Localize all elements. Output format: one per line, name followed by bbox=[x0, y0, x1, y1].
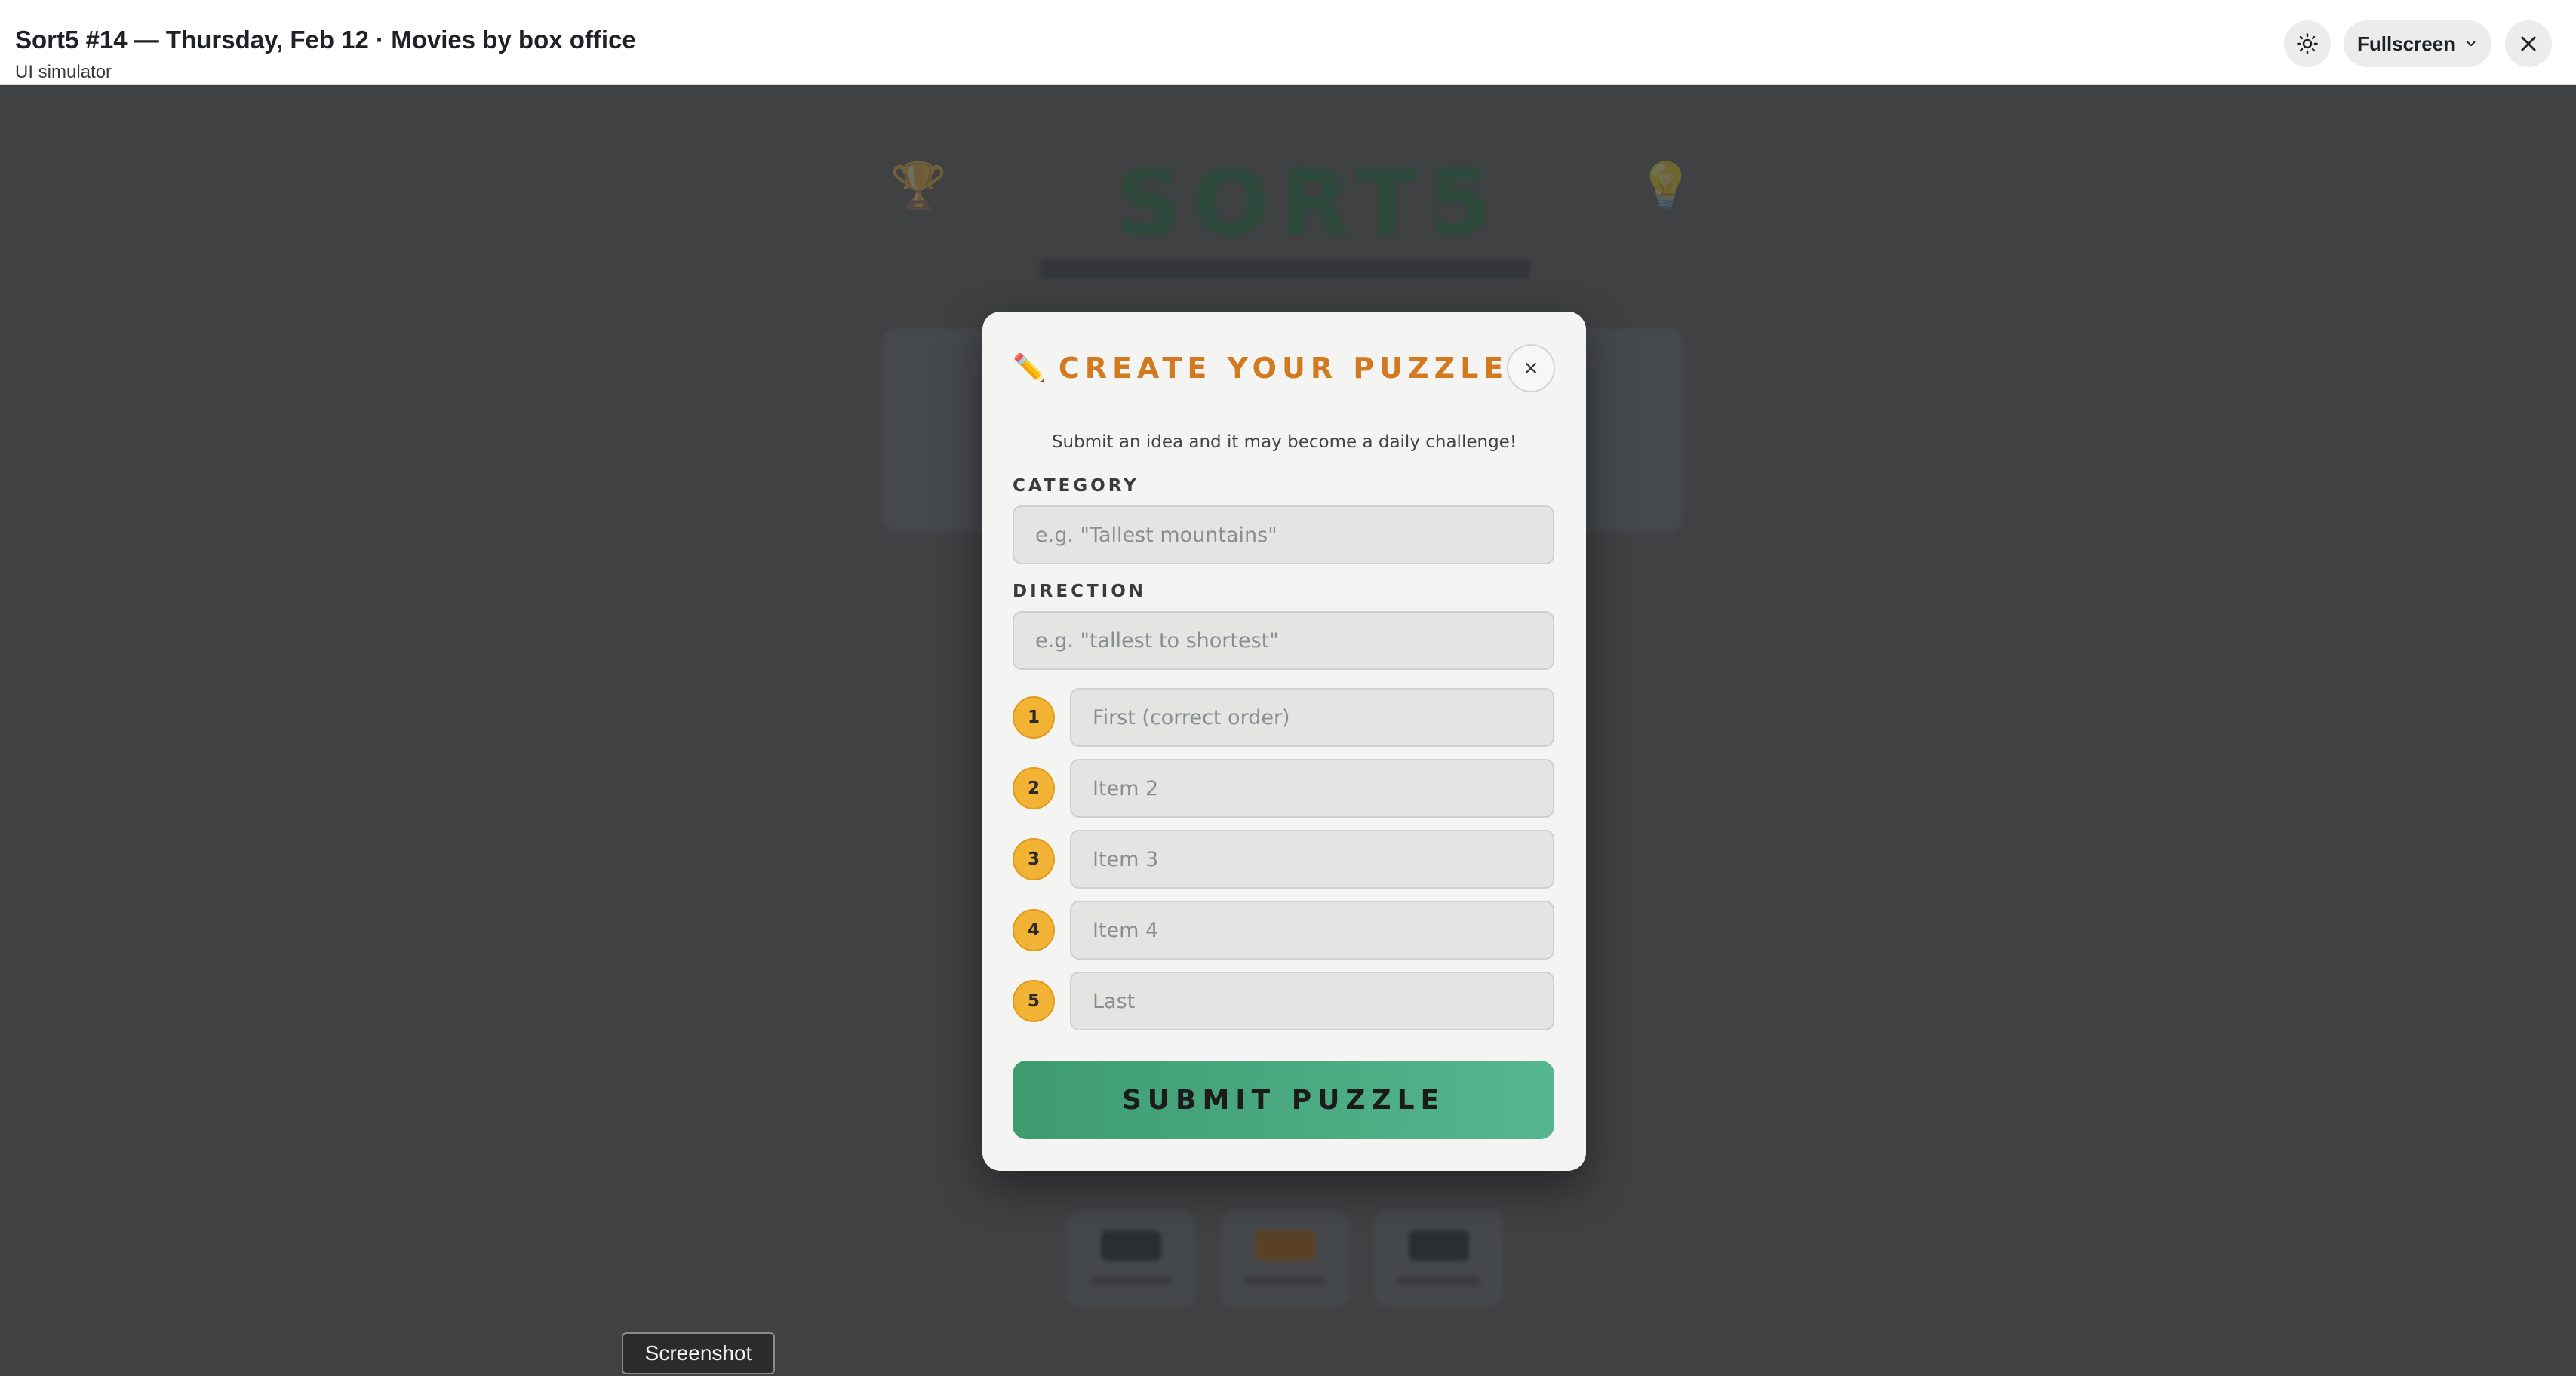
dialog-intro: Submit an idea and it may become a daily… bbox=[1051, 432, 1517, 452]
close-dialog-button[interactable]: × bbox=[1507, 344, 1555, 392]
bulb-icon: 💡 bbox=[1637, 160, 1694, 213]
create-puzzle-dialog: ✏️ CREATE YOUR PUZZLE × Submit an idea a… bbox=[982, 312, 1586, 1171]
item-row: 3 bbox=[1013, 830, 1554, 889]
fullscreen-label: Fullscreen bbox=[2357, 32, 2456, 55]
fullscreen-dropdown[interactable]: Fullscreen bbox=[2344, 20, 2491, 67]
dialog-title-text: CREATE YOUR PUZZLE bbox=[1058, 352, 1509, 385]
item-row: 4 bbox=[1013, 901, 1554, 960]
game-tagline bbox=[1040, 259, 1530, 278]
item-number-badge: 4 bbox=[1013, 909, 1055, 951]
item-row: 2 bbox=[1013, 759, 1554, 818]
close-icon bbox=[2521, 36, 2536, 51]
item-row: 5 bbox=[1013, 972, 1554, 1030]
item-number-badge: 1 bbox=[1013, 696, 1055, 739]
item-input-5[interactable] bbox=[1070, 972, 1554, 1030]
item-input-4[interactable] bbox=[1070, 901, 1554, 960]
page-subtitle: UI simulator bbox=[15, 62, 112, 82]
category-input[interactable] bbox=[1013, 505, 1554, 564]
trophy-icon: 🏆 bbox=[890, 160, 947, 213]
direction-label: DIRECTION bbox=[1013, 582, 1146, 601]
game-logo: SORT5 bbox=[1117, 152, 1502, 256]
item-row: 1 bbox=[1013, 688, 1554, 747]
submit-puzzle-button[interactable]: SUBMIT PUZZLE bbox=[1013, 1061, 1554, 1139]
page-title: Sort5 #14 — Thursday, Feb 12 · Movies by… bbox=[15, 26, 636, 54]
stat-card bbox=[1067, 1209, 1195, 1307]
close-window-button[interactable] bbox=[2505, 20, 2552, 67]
chevron-down-icon bbox=[2467, 41, 2476, 47]
category-label: CATEGORY bbox=[1013, 476, 1139, 496]
theme-toggle-button[interactable] bbox=[2284, 20, 2331, 67]
screenshot-button[interactable]: Screenshot bbox=[622, 1332, 775, 1374]
item-input-1[interactable] bbox=[1070, 688, 1554, 747]
pencil-icon: ✏️ bbox=[1013, 353, 1047, 384]
item-input-3[interactable] bbox=[1070, 830, 1554, 889]
dialog-title: ✏️ CREATE YOUR PUZZLE bbox=[1013, 349, 1508, 387]
direction-input[interactable] bbox=[1013, 611, 1554, 670]
item-number-badge: 5 bbox=[1013, 980, 1055, 1022]
item-number-badge: 3 bbox=[1013, 838, 1055, 880]
stat-card bbox=[1221, 1209, 1349, 1307]
item-number-badge: 2 bbox=[1013, 767, 1055, 809]
stat-card bbox=[1375, 1209, 1503, 1307]
item-input-2[interactable] bbox=[1070, 759, 1554, 818]
app-header: Sort5 #14 — Thursday, Feb 12 · Movies by… bbox=[0, 0, 2576, 85]
sun-icon bbox=[2297, 33, 2318, 54]
